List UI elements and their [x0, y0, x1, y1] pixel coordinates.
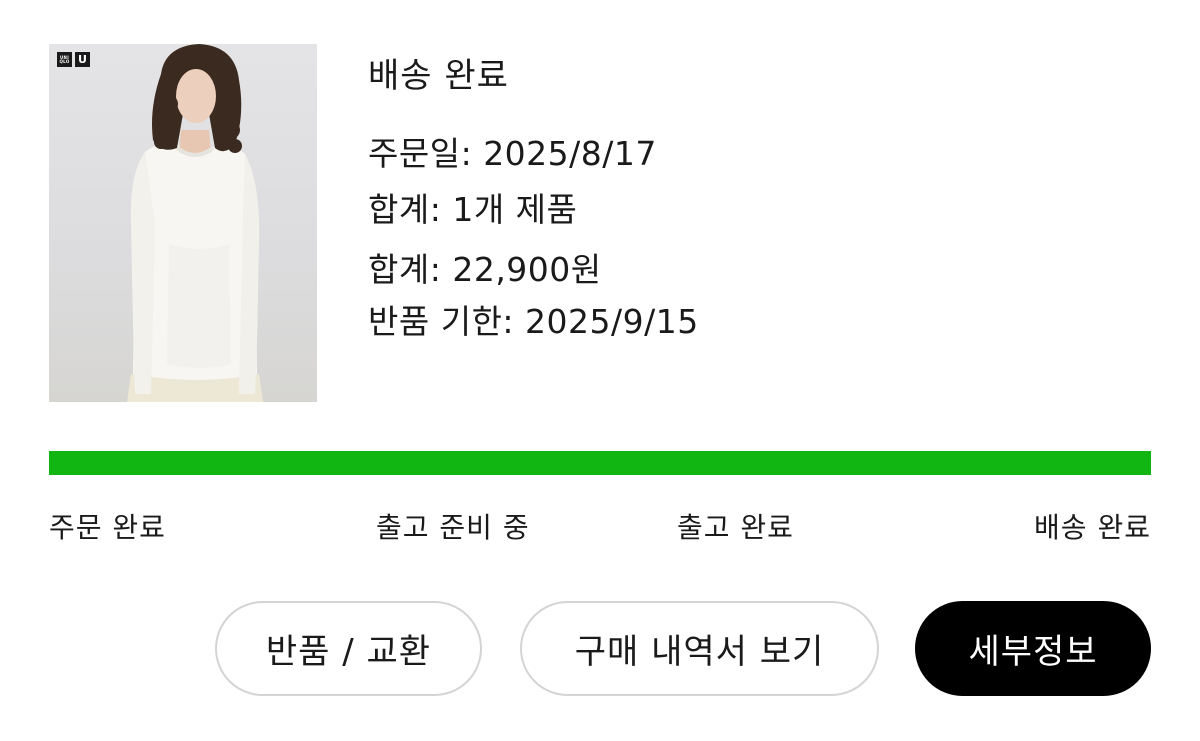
item-count: 합계: 1개 제품	[368, 190, 578, 229]
total-price: 합계: 22,900원	[368, 250, 602, 289]
uniqlo-logo-icon: UNI QLO	[57, 52, 72, 67]
u-logo-icon: U	[75, 52, 90, 67]
progress-fill	[49, 451, 1151, 475]
order-date: 주문일: 2025/8/17	[368, 134, 657, 173]
order-info: 배송 완료 주문일: 2025/8/17 합계: 1개 제품 합계: 22,90…	[368, 50, 699, 350]
order-card: UNI QLO U 배송 완료 주문일: 2025/8/17 합계: 1개 제품 …	[0, 0, 1200, 741]
step-preparing-shipment: 출고 준비 중	[376, 511, 530, 544]
step-delivered: 배송 완료	[1034, 511, 1151, 544]
product-image[interactable]: UNI QLO U	[49, 44, 317, 402]
model-photo	[127, 44, 263, 402]
details-button[interactable]: 세부정보	[915, 601, 1151, 696]
delivery-progress-bar	[49, 451, 1151, 475]
step-shipped: 출고 완료	[677, 511, 794, 544]
return-deadline: 반품 기한: 2025/9/15	[368, 302, 699, 341]
step-order-complete: 주문 완료	[49, 511, 166, 544]
brand-logos: UNI QLO U	[57, 52, 90, 67]
return-exchange-button[interactable]: 반품 / 교환	[215, 601, 482, 696]
view-receipt-button[interactable]: 구매 내역서 보기	[520, 601, 879, 696]
delivery-status-title: 배송 완료	[368, 56, 509, 96]
